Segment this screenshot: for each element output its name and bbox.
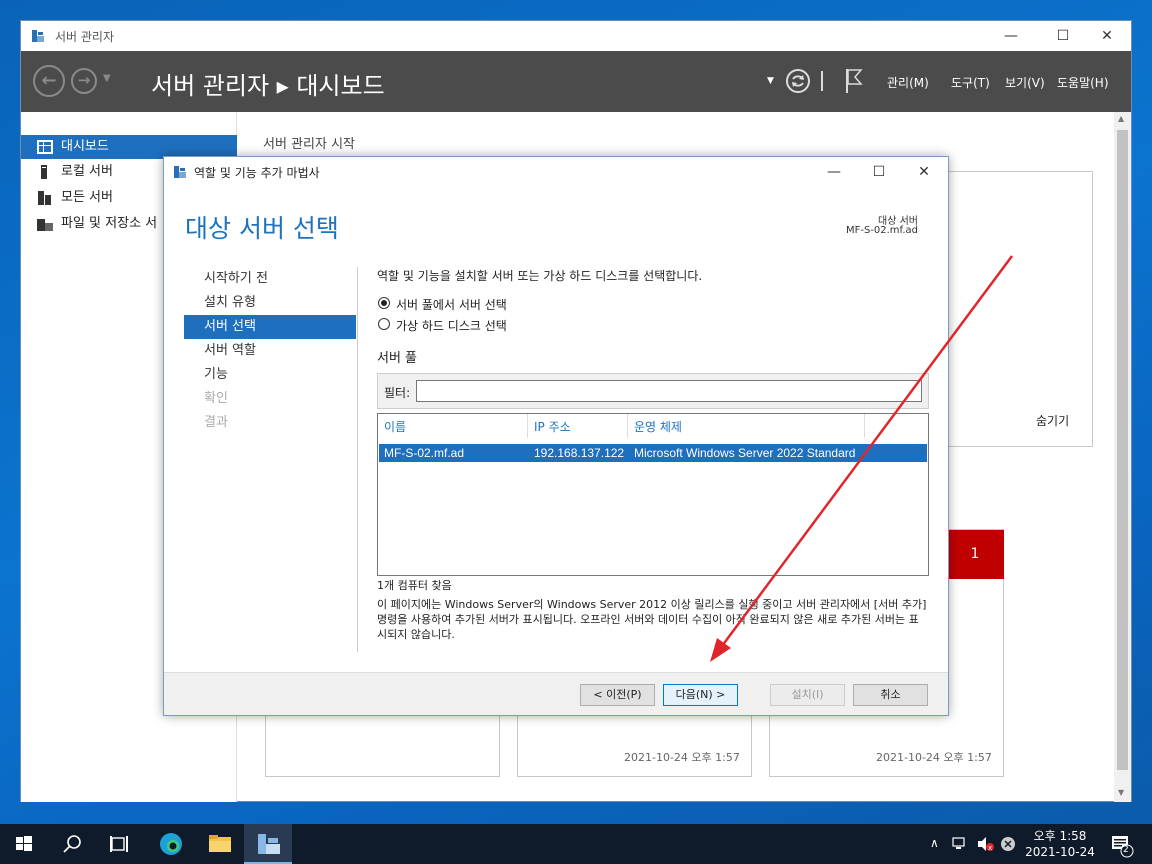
action-center-icon[interactable]: 2 <box>1110 834 1136 858</box>
start-button[interactable] <box>0 824 48 864</box>
edge-browser-icon[interactable] <box>146 824 194 864</box>
taskbar: ∧ x 오후 1:58 2021-10-24 2 <box>0 824 1152 864</box>
svg-text:x: x <box>988 844 992 852</box>
network-icon[interactable] <box>952 836 968 852</box>
file-explorer-icon[interactable] <box>196 824 244 864</box>
task-view-icon[interactable] <box>96 824 144 864</box>
search-icon[interactable] <box>48 824 96 864</box>
status-error-icon[interactable] <box>1000 836 1016 852</box>
clock-date[interactable]: 2021-10-24 <box>1022 845 1098 859</box>
annotation-arrow <box>710 255 1014 662</box>
notification-count: 2 <box>1123 845 1129 855</box>
show-hidden-icons-icon[interactable]: ∧ <box>930 836 939 850</box>
server-manager-taskbar-icon[interactable] <box>244 824 292 864</box>
clock-time[interactable]: 오후 1:58 <box>1028 827 1092 844</box>
volume-muted-icon[interactable]: x <box>976 836 996 852</box>
